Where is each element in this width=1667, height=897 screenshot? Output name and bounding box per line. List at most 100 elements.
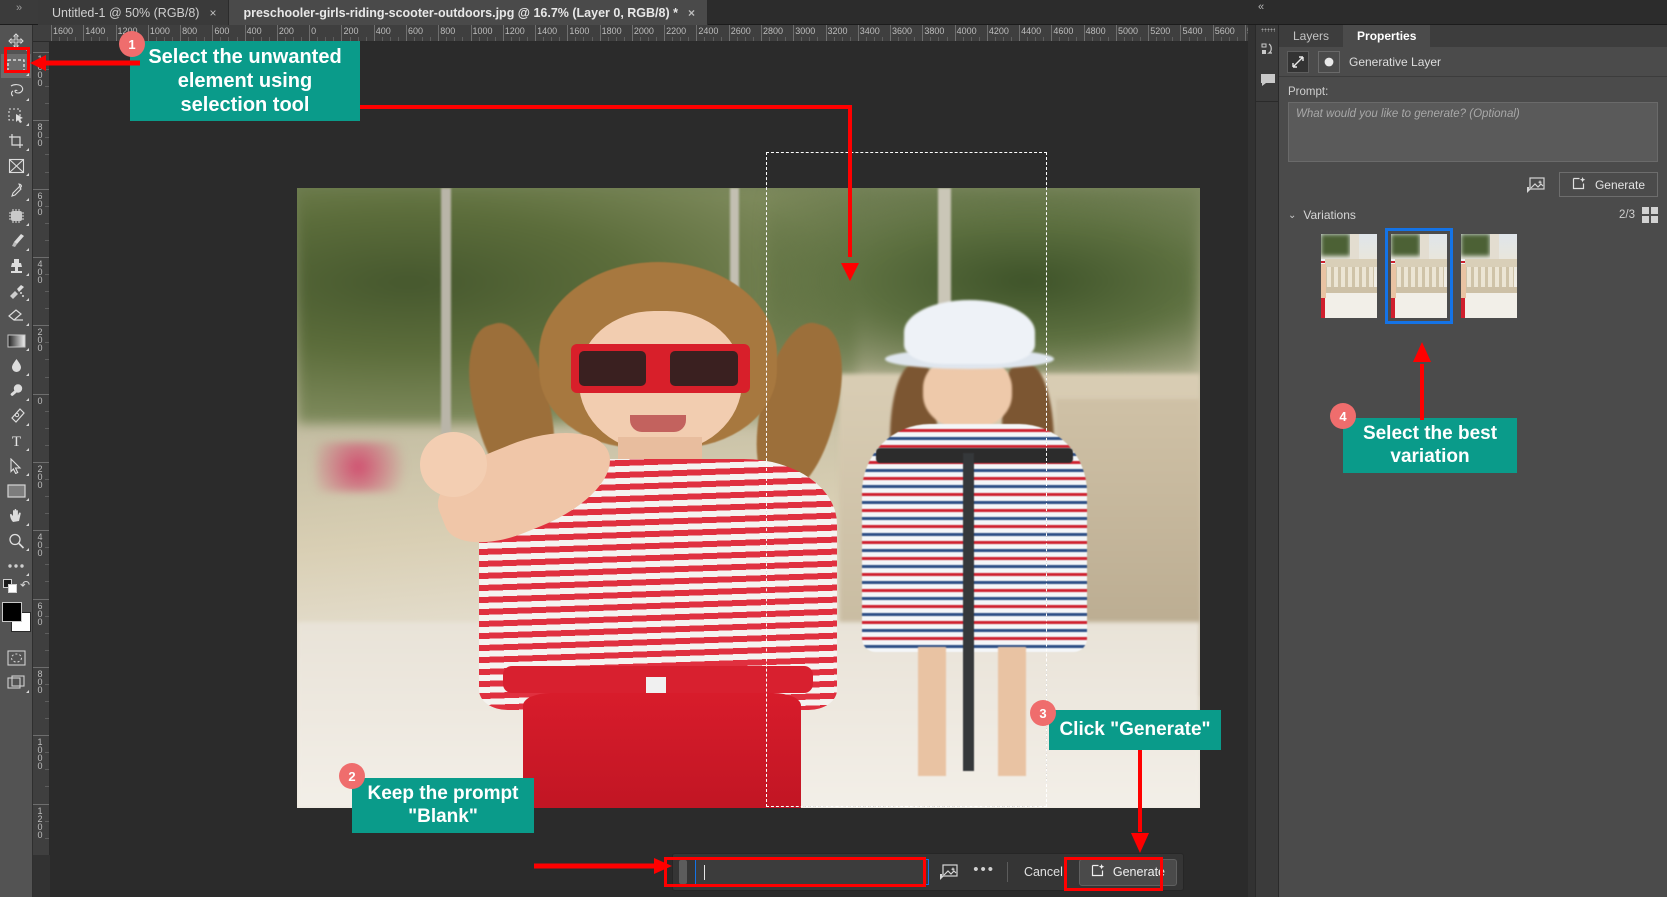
ruler-minor-tick (45, 513, 49, 515)
ruler-minor-tick (744, 37, 746, 41)
task-bar-drag-handle[interactable] (679, 860, 687, 884)
variations-strip (1279, 225, 1667, 324)
ruler-minor-tick (486, 37, 488, 41)
crop-tool[interactable] (1, 129, 31, 153)
libraries-icon[interactable] (1256, 35, 1280, 65)
screen-mode-icon[interactable] (1, 671, 31, 695)
dock-collapse-icon[interactable]: » (0, 0, 38, 24)
ruler-minor-tick (478, 37, 480, 41)
ruler-tick (33, 598, 49, 600)
layer-header-row: Generative Layer (1279, 47, 1667, 77)
quick-mask-icon[interactable] (1, 646, 31, 670)
brush-tool[interactable] (1, 229, 31, 253)
reference-image-icon[interactable] (1525, 175, 1547, 195)
ruler-minor-tick (45, 86, 49, 88)
contextual-prompt-input[interactable] (695, 859, 930, 885)
rectangular-marquee-tool[interactable] (1, 54, 31, 78)
add-reference-image-icon[interactable] (937, 860, 961, 884)
variations-title: Variations (1303, 208, 1356, 222)
zoom-tool[interactable] (1, 529, 31, 553)
chevron-down-icon[interactable]: ⌄ (1288, 210, 1296, 221)
ruler-minor-tick (720, 37, 722, 41)
more-options-icon[interactable]: ••• (969, 861, 999, 884)
default-colors-and-swap[interactable]: ↶ (1, 578, 31, 595)
vertical-ruler: 1000 800 600 400 200 0 200 400 600 800 1000 1200 (33, 42, 50, 855)
foreground-girl-figure (419, 262, 860, 808)
dodge-tool[interactable] (1, 379, 31, 403)
ruler-tick-label: 200 (35, 327, 45, 352)
eyedropper-tool[interactable] (1, 179, 31, 203)
ruler-tick-label: 1400 (537, 26, 558, 36)
document-tab-untitled[interactable]: Untitled-1 @ 50% (RGB/8) × (38, 0, 230, 25)
ruler-minor-tick (648, 37, 649, 41)
clone-stamp-tool[interactable] (1, 254, 31, 278)
ruler-minor-tick (712, 37, 714, 41)
tool-corner-icon (26, 98, 29, 101)
ruler-minor-tick (898, 37, 900, 41)
variation-thumbnail-3[interactable] (1461, 234, 1517, 318)
tab-properties[interactable]: Properties (1343, 25, 1431, 47)
ruler-minor-tick (623, 37, 625, 41)
collapse-panels-icon[interactable]: « (1258, 1, 1264, 13)
type-tool[interactable]: T (1, 429, 31, 453)
eraser-tool[interactable] (1, 304, 31, 328)
frame-tool[interactable] (1, 154, 31, 178)
ruler-tick-label: 5800 (1245, 26, 1248, 36)
tab-layers[interactable]: Layers (1279, 25, 1344, 47)
pen-tool[interactable] (1, 404, 31, 428)
color-swatches[interactable] (1, 600, 31, 640)
hand-tool[interactable] (1, 504, 31, 528)
ruler-minor-tick (45, 769, 49, 771)
blur-tool[interactable] (1, 354, 31, 378)
ruler-tick-label: 3000 (795, 26, 816, 36)
move-tool[interactable] (1, 29, 31, 53)
contextual-generate-button[interactable]: Generate (1078, 858, 1177, 886)
panel-tab-strip: Layers Properties (1279, 25, 1667, 47)
ruler-minor-tick (970, 37, 972, 41)
ruler-minor-tick (494, 37, 496, 41)
panel-grip-icon[interactable] (1256, 25, 1280, 35)
variation-thumbnail-1[interactable] (1321, 234, 1377, 318)
ruler-minor-tick (1075, 37, 1077, 41)
swap-colors-icon[interactable]: ↶ (20, 578, 30, 592)
ruler-tick-label: 5000 (1117, 26, 1138, 36)
ruler-tick (33, 188, 49, 190)
document-tab-scooter[interactable]: preschooler-girls-riding-scooter-outdoor… (229, 0, 708, 25)
edit-toolbar-tool[interactable] (1, 554, 31, 578)
gradient-tool[interactable] (1, 329, 31, 353)
contextual-task-bar[interactable]: ••• Cancel Generate (672, 853, 1184, 891)
default-background-swatch[interactable] (8, 584, 17, 593)
generate-button[interactable]: Generate (1558, 172, 1658, 197)
variations-header[interactable]: ⌄ Variations 2/3 (1279, 205, 1667, 225)
spot-healing-brush-tool[interactable] (1, 204, 31, 228)
ruler-tick (33, 256, 49, 258)
variations-count: 2/3 (1619, 209, 1635, 221)
ruler-minor-tick (1107, 37, 1109, 41)
ruler-minor-tick (510, 37, 512, 41)
tool-corner-icon (26, 148, 29, 151)
prompt-textarea[interactable]: What would you like to generate? (Option… (1288, 102, 1658, 162)
grid-view-icon[interactable] (1642, 207, 1658, 223)
ruler-tick-label: 800 (440, 26, 456, 36)
object-selection-tool[interactable] (1, 104, 31, 128)
ruler-tick-label: 1400 (85, 26, 106, 36)
annotation-step-2: Keep the prompt "Blank" (352, 778, 534, 833)
lasso-tool[interactable] (1, 79, 31, 103)
ruler-tick-label: 2000 (633, 26, 654, 36)
variation-thumbnail-2[interactable] (1385, 228, 1453, 324)
foreground-color-swatch[interactable] (2, 602, 22, 622)
rectangle-tool[interactable] (1, 479, 31, 503)
ruler-minor-tick (45, 837, 49, 839)
close-icon[interactable]: × (688, 6, 695, 20)
ruler-minor-tick (381, 37, 383, 41)
ruler-minor-tick (559, 37, 561, 41)
history-brush-tool[interactable] (1, 279, 31, 303)
close-icon[interactable]: × (209, 6, 216, 20)
step-badge-2: 2 (339, 763, 365, 789)
path-selection-tool[interactable] (1, 454, 31, 478)
comments-icon[interactable] (1256, 65, 1280, 95)
generative-layer-thumbnail-icon[interactable] (1287, 50, 1309, 73)
layer-mask-thumbnail-icon[interactable] (1318, 50, 1340, 73)
tool-corner-icon (26, 398, 29, 401)
cancel-button[interactable]: Cancel (1016, 865, 1071, 879)
